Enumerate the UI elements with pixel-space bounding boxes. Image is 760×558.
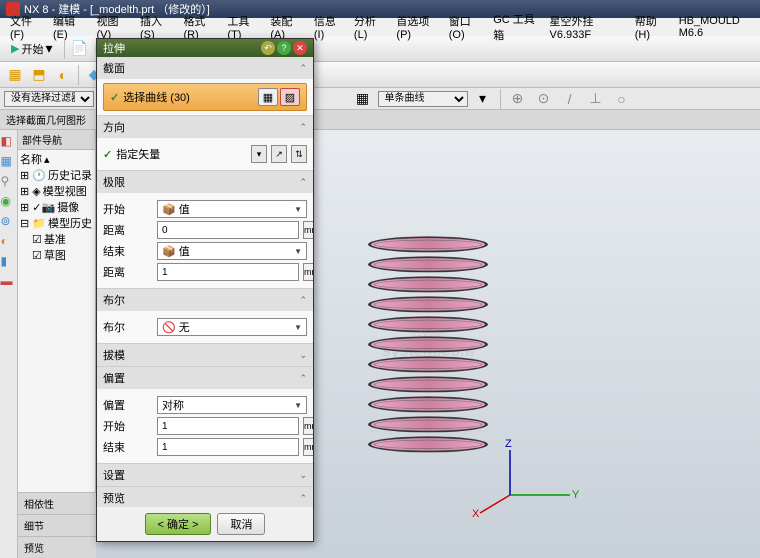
part-navigator: 部件导航 名称 ▴ ⊞ 🕐 历史记录 ⊞ ◈ 模型视图 ⊞ ✓📷 摄像 ⊟ 📁 … xyxy=(18,130,96,558)
snap-d-icon[interactable]: ⊥ xyxy=(585,88,607,110)
section-header-section[interactable]: 截面⌃ xyxy=(97,57,313,79)
navigator-header: 部件导航 xyxy=(18,130,95,150)
specify-vector-label: 指定矢量 xyxy=(116,146,247,162)
vector-infer-icon[interactable]: ↗ xyxy=(271,145,287,163)
filter-opt-icon[interactable]: ▾ xyxy=(472,88,494,110)
navigator-tree[interactable]: 名称 ▴ ⊞ 🕐 历史记录 ⊞ ◈ 模型视图 ⊞ ✓📷 摄像 ⊟ 📁 模型历史 … xyxy=(18,150,95,266)
spring-model[interactable] xyxy=(368,238,488,458)
end-label: 结束 xyxy=(103,243,153,259)
left-icon-bar: ◧ ▦ ⚲ ◉ ⊚ ◐ ▮ ▬ xyxy=(0,130,18,558)
offset-label: 偏置 xyxy=(103,397,153,413)
dialog-undo-icon[interactable]: ↶ xyxy=(261,41,275,55)
cancel-button[interactable]: 取消 xyxy=(217,513,265,535)
start-distance-input[interactable] xyxy=(157,221,299,239)
tree-col-header: 名称 ▴ xyxy=(20,152,93,168)
axis-z-label: Z xyxy=(505,438,512,450)
start-button[interactable]: ▶开始▾ xyxy=(4,38,60,60)
nav-reuse-icon[interactable]: ◉ xyxy=(1,194,17,210)
tree-subitem[interactable]: ☑ 基准 xyxy=(20,232,93,248)
end-distance-input[interactable] xyxy=(157,263,299,281)
dialog-close-icon[interactable]: ✕ xyxy=(293,41,307,55)
dialog-titlebar[interactable]: 拉伸 ↶ ? ✕ xyxy=(97,39,313,57)
snap-a-icon[interactable]: ⊕ xyxy=(507,88,529,110)
nav-role-icon[interactable]: ◐ xyxy=(1,234,17,250)
sketch-section-icon[interactable]: ▦ xyxy=(258,88,278,106)
section-header-limits[interactable]: 极限⌃ xyxy=(97,171,313,193)
snap-e-icon[interactable]: ○ xyxy=(611,88,633,110)
dialog-help-icon[interactable]: ? xyxy=(277,41,291,55)
section-preview[interactable]: 预览 xyxy=(18,536,96,558)
section-header-draft[interactable]: 拔模⌄ xyxy=(97,344,313,366)
bool-label: 布尔 xyxy=(103,319,153,335)
menu-analysis[interactable]: 分析(L) xyxy=(348,12,389,42)
nav-asm-icon[interactable]: ▦ xyxy=(1,154,17,170)
curve-rule-icon[interactable]: ▨ xyxy=(280,88,300,106)
snap-b-icon[interactable]: ⊙ xyxy=(533,88,555,110)
menu-window[interactable]: 窗口(O) xyxy=(443,12,485,42)
nav-gc-icon[interactable]: ▬ xyxy=(1,274,17,290)
menu-hbmould[interactable]: HB_MOULD M6.6 xyxy=(673,14,756,40)
coordinate-axes: Y Z X xyxy=(490,445,580,518)
end-distance-label: 距离 xyxy=(103,264,153,280)
section-detail[interactable]: 细节 xyxy=(18,514,96,536)
start-mode-combo[interactable]: 📦 值▼ xyxy=(157,200,307,218)
offset-combo[interactable]: 对称▼ xyxy=(157,396,307,414)
tool-new-icon[interactable]: 📄 xyxy=(69,38,91,60)
offset-start-label: 开始 xyxy=(103,418,153,434)
unit-label: mm xyxy=(303,438,313,456)
offset-end-label: 结束 xyxy=(103,439,153,455)
offset-end-input[interactable] xyxy=(157,438,299,456)
ok-button[interactable]: < 确定 > xyxy=(145,513,212,535)
bool-combo[interactable]: 🚫 无▼ xyxy=(157,318,307,336)
end-mode-combo[interactable]: 📦 值▼ xyxy=(157,242,307,260)
tree-item[interactable]: ⊞ ✓📷 摄像 xyxy=(20,200,93,216)
start-distance-label: 距离 xyxy=(103,222,153,238)
menu-gctoolbox[interactable]: GC 工具箱 xyxy=(487,10,541,44)
navigator-bottom: 相依性 细节 预览 xyxy=(18,492,96,558)
axis-y-label: Y xyxy=(572,489,580,501)
start-label: 开始 xyxy=(103,201,153,217)
filter-select[interactable]: 没有选择过滤器 xyxy=(4,91,94,107)
menu-help[interactable]: 帮助(H) xyxy=(629,12,671,42)
filter-icon[interactable]: ▦ xyxy=(352,88,374,110)
dialog-title: 拉伸 xyxy=(103,40,125,56)
unit-label: mm xyxy=(303,263,313,281)
section-header-bool[interactable]: 布尔⌃ xyxy=(97,289,313,311)
vector-dialog-icon[interactable]: ▾ xyxy=(251,145,267,163)
unit-label: mm xyxy=(303,417,313,435)
tree-subitem[interactable]: ☑ 草图 xyxy=(20,248,93,264)
extrude-dialog: 拉伸 ↶ ? ✕ 截面⌃ ✓选择曲线 (30) ▦ ▨ 方向⌃ xyxy=(96,38,314,542)
section-header-direction[interactable]: 方向⌃ xyxy=(97,116,313,138)
unit-label: mm xyxy=(303,221,313,239)
offset-start-input[interactable] xyxy=(157,417,299,435)
section-dependency[interactable]: 相依性 xyxy=(18,492,96,514)
tool-extrude-icon[interactable]: ⬒ xyxy=(28,64,50,86)
tree-item[interactable]: ⊞ 🕐 历史记录 xyxy=(20,168,93,184)
nav-web-icon[interactable]: ⊚ xyxy=(1,214,17,230)
section-header-preview[interactable]: 预览⌃ xyxy=(97,487,313,507)
axis-x-label: X xyxy=(472,508,480,520)
select-curve-row[interactable]: ✓选择曲线 (30) ▦ ▨ xyxy=(103,83,307,111)
nav-hist-icon[interactable]: ⚲ xyxy=(1,174,17,190)
tool-revolve-icon[interactable]: ◐ xyxy=(52,64,74,86)
tree-item[interactable]: ⊟ 📁 模型历史 xyxy=(20,216,93,232)
menu-prefs[interactable]: 首选项(P) xyxy=(390,12,440,42)
tool-sketch-icon[interactable]: ▦ xyxy=(4,64,26,86)
menu-starplugin[interactable]: 星空外挂 V6.933F xyxy=(543,12,626,42)
nav-sys-icon[interactable]: ▮ xyxy=(1,254,17,270)
tree-item[interactable]: ⊞ ◈ 模型视图 xyxy=(20,184,93,200)
curve-filter-select[interactable]: 单条曲线 xyxy=(378,91,468,107)
section-header-settings[interactable]: 设置⌄ xyxy=(97,464,313,486)
menu-bar: 文件(F) 编辑(E) 视图(V) 插入(S) 格式(R) 工具(T) 装配(A… xyxy=(0,18,760,36)
snap-c-icon[interactable]: / xyxy=(559,88,581,110)
section-header-offset[interactable]: 偏置⌃ xyxy=(97,367,313,389)
vector-reverse-icon[interactable]: ⇅ xyxy=(291,145,307,163)
nav-part-icon[interactable]: ◧ xyxy=(1,134,17,150)
